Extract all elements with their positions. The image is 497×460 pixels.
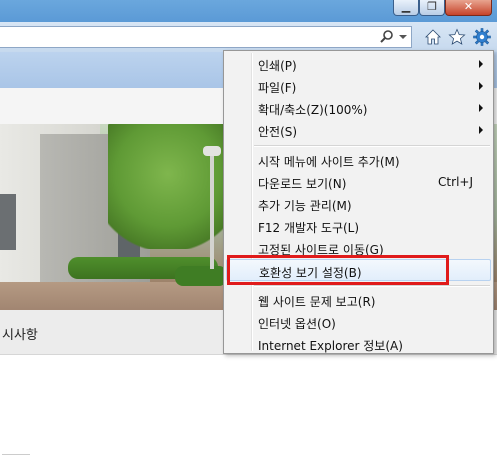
menu-item-report-site-problems[interactable]: 웹 사이트 문제 보고(R) — [226, 289, 491, 311]
menu-item-dev-tools[interactable]: F12 개발자 도구(L) — [226, 215, 491, 237]
tools-menu: 인쇄(P) 파일(F) 확대/축소(Z)(100%) 안전(S) 시작 메뉴에 … — [223, 50, 494, 354]
submenu-arrow-icon — [479, 104, 483, 112]
submenu-arrow-icon — [479, 60, 483, 68]
menu-item-add-site-to-start[interactable]: 시작 메뉴에 사이트 추가(M) — [226, 149, 491, 171]
menu-item-about-ie[interactable]: Internet Explorer 정보(A) — [226, 333, 491, 355]
menu-item-label: 인쇄(P) — [258, 59, 297, 73]
lamp-post-shape — [210, 149, 214, 269]
window-shape — [0, 194, 16, 250]
menu-item-label: F12 개발자 도구(L) — [258, 221, 360, 235]
menu-item-label: 다운로드 보기(N) — [258, 177, 347, 191]
page-content-area — [0, 355, 497, 460]
submenu-arrow-icon — [479, 126, 483, 134]
menu-item-safety[interactable]: 안전(S) — [226, 119, 491, 141]
menu-item-label: 웹 사이트 문제 보고(R) — [258, 295, 376, 309]
menu-separator — [254, 145, 490, 147]
highlight-annotation-box — [227, 255, 449, 285]
divider — [2, 454, 30, 455]
menu-item-internet-options[interactable]: 인터넷 옵션(O) — [226, 311, 491, 333]
menu-item-shortcut: Ctrl+J — [438, 175, 473, 189]
menu-item-label: 안전(S) — [258, 125, 298, 139]
lamp-shape — [203, 146, 221, 156]
menu-item-print[interactable]: 인쇄(P) — [226, 53, 491, 75]
menu-item-file[interactable]: 파일(F) — [226, 75, 491, 97]
menu-item-manage-addons[interactable]: 추가 기능 관리(M) — [226, 193, 491, 215]
menu-item-label: 시작 메뉴에 사이트 추가(M) — [258, 155, 400, 169]
address-dropdown-icon[interactable] — [399, 35, 407, 39]
search-icon[interactable] — [379, 29, 395, 45]
favorites-star-icon[interactable] — [448, 28, 466, 46]
minimize-button[interactable]: ▁ — [393, 0, 419, 16]
menu-item-label: 확대/축소(Z)(100%) — [258, 103, 368, 117]
menu-item-zoom[interactable]: 확대/축소(Z)(100%) — [226, 97, 491, 119]
restore-button[interactable]: ❐ — [419, 0, 445, 16]
menu-separator — [254, 285, 490, 287]
close-button[interactable]: ✕ — [445, 0, 492, 16]
menu-item-view-downloads[interactable]: 다운로드 보기(N) Ctrl+J — [226, 171, 491, 193]
home-icon[interactable] — [424, 28, 442, 46]
submenu-arrow-icon — [479, 82, 483, 90]
menu-item-label: 파일(F) — [258, 81, 297, 95]
notice-title[interactable]: 시사항 — [2, 324, 38, 343]
menu-item-label: 인터넷 옵션(O) — [258, 317, 336, 331]
address-bar[interactable] — [0, 26, 412, 48]
menu-item-label: Internet Explorer 정보(A) — [258, 339, 403, 353]
hedge-shape — [175, 266, 227, 286]
menu-item-label: 추가 기능 관리(M) — [258, 199, 352, 213]
tools-gear-icon[interactable] — [473, 28, 491, 46]
